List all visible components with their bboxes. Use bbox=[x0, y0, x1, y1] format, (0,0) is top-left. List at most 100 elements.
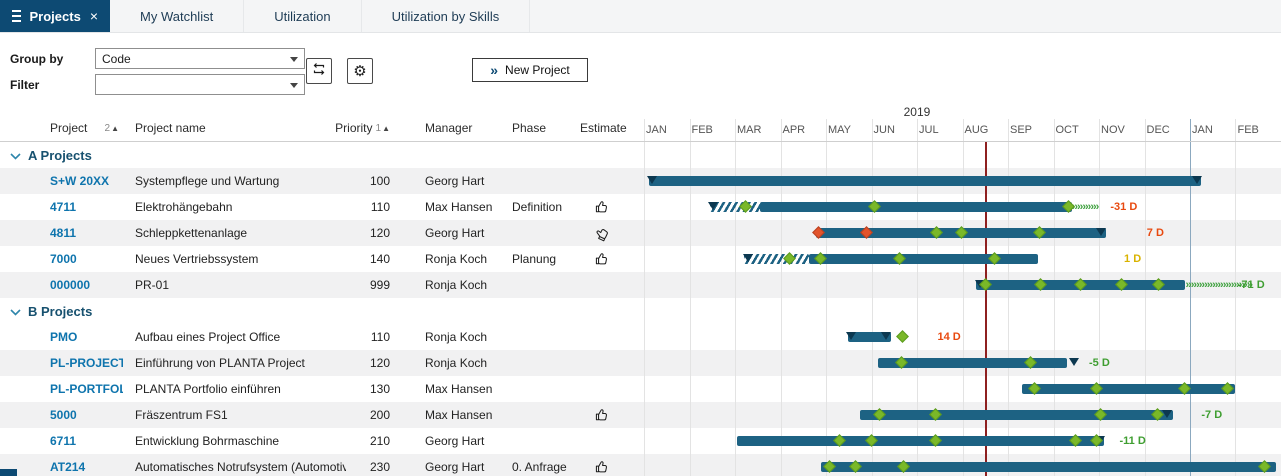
priority-value: 230 bbox=[346, 454, 398, 476]
col-manager[interactable]: Manager bbox=[398, 115, 508, 141]
buffer-label: -7 D bbox=[1201, 409, 1222, 421]
tab-utilization-by-skills[interactable]: Utilization by Skills bbox=[362, 0, 531, 32]
row-indent bbox=[0, 324, 38, 350]
manager-name: Max Hansen bbox=[398, 194, 508, 220]
tab-my-watchlist[interactable]: My Watchlist bbox=[110, 0, 244, 32]
chevron-down-icon bbox=[10, 304, 21, 319]
refresh-icon bbox=[311, 61, 327, 81]
group-by-select[interactable]: Code bbox=[95, 48, 305, 69]
filter-select[interactable] bbox=[95, 74, 305, 95]
priority-value: 120 bbox=[346, 220, 398, 246]
gantt-row bbox=[644, 376, 1281, 402]
project-name: Einführung von PLANTA Project bbox=[123, 350, 346, 376]
menu-icon[interactable] bbox=[12, 10, 21, 22]
new-project-label: New Project bbox=[505, 63, 570, 77]
tab-projects[interactable]: Projects × bbox=[0, 0, 110, 32]
project-id-link[interactable]: 4711 bbox=[38, 194, 123, 220]
close-icon[interactable]: × bbox=[90, 8, 98, 24]
table-row[interactable]: 000000PR-01999Ronja Koch››››››››››››››››… bbox=[0, 272, 1281, 298]
priority-value: 120 bbox=[346, 350, 398, 376]
project-id-link[interactable]: 5000 bbox=[38, 402, 123, 428]
refresh-button[interactable] bbox=[306, 58, 332, 84]
project-id-link[interactable]: 6711 bbox=[38, 428, 123, 454]
thumbs-up-icon[interactable] bbox=[595, 200, 610, 215]
thumbs-up-icon[interactable] bbox=[595, 252, 610, 267]
project-name: PR-01 bbox=[123, 272, 346, 298]
gantt-bar[interactable] bbox=[737, 436, 1104, 446]
project-id-link[interactable]: 000000 bbox=[38, 272, 123, 298]
col-project-name[interactable]: Project name bbox=[123, 115, 346, 141]
col-phase[interactable]: Phase bbox=[508, 115, 578, 141]
sort-asc-icon: ▲ bbox=[111, 124, 119, 133]
month-gridline bbox=[1190, 119, 1191, 141]
estimate-cell bbox=[578, 376, 644, 402]
gantt-bar[interactable] bbox=[809, 254, 1038, 264]
hand-icon[interactable] bbox=[595, 226, 610, 241]
table-row[interactable]: 5000Fräszentrum FS1200Max Hansen-7 D bbox=[0, 402, 1281, 428]
tab-utilization[interactable]: Utilization bbox=[244, 0, 361, 32]
month-label: OCT bbox=[1054, 124, 1100, 136]
row-indent bbox=[0, 272, 38, 298]
chevron-down-icon bbox=[10, 148, 21, 163]
table-row[interactable]: 4811Schleppkettenanlage120Georg Hart7 D bbox=[0, 220, 1281, 246]
phase-value bbox=[508, 402, 578, 428]
buffer-label: -71 D bbox=[1238, 279, 1265, 291]
estimate-cell bbox=[578, 350, 644, 376]
group-by-label: Group by bbox=[10, 52, 63, 66]
priority-value: 110 bbox=[346, 324, 398, 350]
project-name: Aufbau eines Project Office bbox=[123, 324, 346, 350]
project-id-link[interactable]: PL-PROJECT bbox=[38, 350, 123, 376]
project-name: Automatisches Notrufsystem (Automotive) bbox=[123, 454, 346, 476]
gantt-bar[interactable] bbox=[1022, 384, 1236, 394]
gantt-bar[interactable] bbox=[649, 176, 1202, 186]
gantt-row: 7 D bbox=[644, 220, 1281, 246]
table-row[interactable]: 6711Entwicklung Bohrmaschine210Georg Har… bbox=[0, 428, 1281, 454]
buffer-label: 7 D bbox=[1147, 227, 1164, 239]
project-id-link[interactable]: S+W 20XX bbox=[38, 168, 123, 194]
table-row[interactable]: PMOAufbau eines Project Office110Ronja K… bbox=[0, 324, 1281, 350]
gantt-bar[interactable] bbox=[860, 410, 1173, 420]
milestone-diamond[interactable] bbox=[896, 330, 909, 343]
month-gridline bbox=[1008, 119, 1009, 141]
gantt-bar[interactable] bbox=[821, 462, 1276, 472]
group-header[interactable]: B Projects bbox=[0, 298, 1281, 324]
estimate-cell bbox=[578, 402, 644, 428]
col-project[interactable]: Project 2▲ bbox=[38, 115, 123, 141]
buffer-label: 14 D bbox=[937, 331, 960, 343]
manager-name: Georg Hart bbox=[398, 168, 508, 194]
table-row[interactable]: AT214Automatisches Notrufsystem (Automot… bbox=[0, 454, 1281, 476]
project-id-link[interactable]: AT214 bbox=[38, 454, 123, 476]
new-project-button[interactable]: » New Project bbox=[472, 58, 588, 82]
buffer-label: -11 D bbox=[1119, 435, 1145, 447]
month-gridline bbox=[917, 119, 918, 141]
table-row[interactable]: 7000Neues Vertriebssystem140Ronja KochPl… bbox=[0, 246, 1281, 272]
manager-name: Georg Hart bbox=[398, 454, 508, 476]
thumbs-up-icon[interactable] bbox=[595, 460, 610, 475]
col-estimate[interactable]: Estimate bbox=[578, 115, 644, 141]
month-label: APR bbox=[781, 124, 827, 136]
group-header[interactable]: A Projects bbox=[0, 142, 1281, 168]
table-row[interactable]: S+W 20XXSystempflege und Wartung100Georg… bbox=[0, 168, 1281, 194]
table-row[interactable]: 4711Elektrohängebahn110Max HansenDefinit… bbox=[0, 194, 1281, 220]
project-id-link[interactable]: PMO bbox=[38, 324, 123, 350]
project-id-link[interactable]: PL-PORTFOLIO bbox=[38, 376, 123, 402]
col-priority[interactable]: Priority 1▲ bbox=[346, 115, 398, 141]
estimate-cell bbox=[578, 220, 644, 246]
buffer-label: 1 D bbox=[1124, 253, 1141, 265]
phase-value bbox=[508, 350, 578, 376]
month-gridline bbox=[1054, 119, 1055, 141]
date-marker-icon bbox=[1192, 176, 1202, 184]
row-indent bbox=[0, 376, 38, 402]
month-gridline bbox=[1145, 119, 1146, 141]
phase-value: Definition bbox=[508, 194, 578, 220]
month-label: MAR bbox=[735, 124, 781, 136]
date-marker-icon bbox=[1069, 358, 1079, 366]
project-id-link[interactable]: 7000 bbox=[38, 246, 123, 272]
gantt-bar[interactable] bbox=[760, 202, 1072, 212]
project-name: PLANTA Portfolio einführen bbox=[123, 376, 346, 402]
table-row[interactable]: PL-PROJECTEinführung von PLANTA Project1… bbox=[0, 350, 1281, 376]
thumbs-up-icon[interactable] bbox=[595, 408, 610, 423]
project-id-link[interactable]: 4811 bbox=[38, 220, 123, 246]
table-row[interactable]: PL-PORTFOLIOPLANTA Portfolio einführen13… bbox=[0, 376, 1281, 402]
settings-button[interactable]: ⚙ bbox=[347, 58, 373, 84]
